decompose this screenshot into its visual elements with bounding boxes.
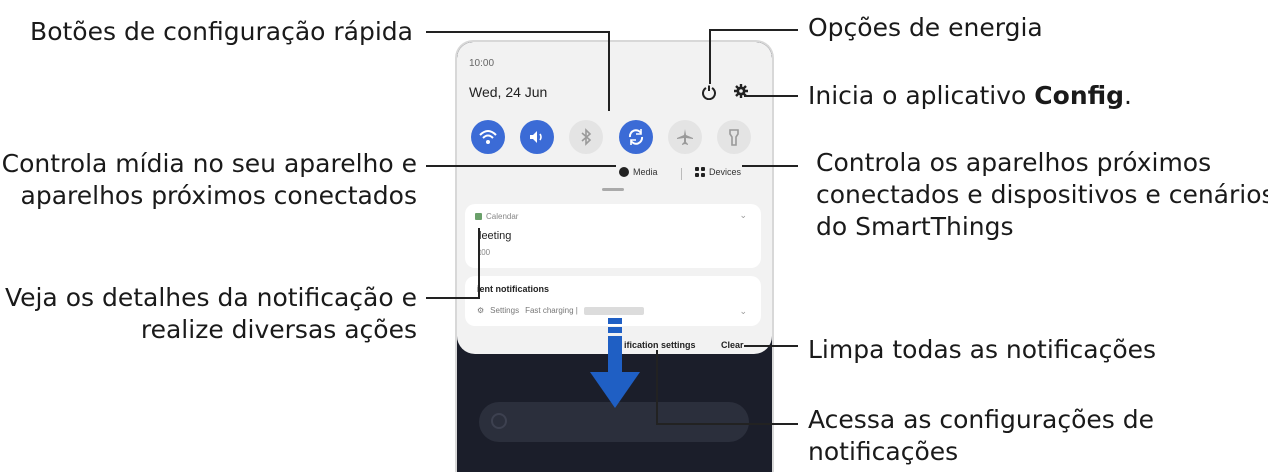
chevron-down-icon[interactable]: ⌄: [739, 306, 747, 317]
callout-settings-prefix: Inicia o aplicativo: [808, 81, 1035, 110]
callout-devices-control: Controla os aparelhos próximos conectado…: [816, 147, 1268, 243]
card-title: ient notifications: [477, 284, 549, 294]
callout-media-line1: Controla mídia no seu aparelho e: [1, 149, 417, 178]
card-app-name: Settings: [490, 306, 520, 315]
callout-power-options: Opções de energia: [808, 13, 1043, 42]
card-title: leeting: [479, 230, 512, 242]
flashlight-toggle[interactable]: [716, 120, 751, 154]
callout-media-line2: aparelhos próximos conectados: [20, 181, 417, 210]
callout-clear-all: Limpa todas as notificações: [808, 335, 1157, 364]
status-bar-time: 10:00: [469, 58, 495, 69]
quick-settings-row: [465, 116, 757, 158]
auto-rotate-icon: [628, 129, 643, 145]
sound-toggle[interactable]: [520, 120, 555, 154]
drag-handle[interactable]: [602, 188, 624, 191]
notification-panel: 10:00 Wed, 24 Jun Media Devices Calendar…: [457, 42, 772, 354]
leader-line: [742, 165, 798, 167]
bluetooth-toggle[interactable]: [569, 120, 604, 154]
swipe-down-arrow-icon: [590, 318, 640, 408]
leader-line: [709, 29, 798, 31]
callout-quick-settings: Botões de configuração rápida: [30, 17, 413, 46]
media-devices-row: Media Devices: [457, 164, 772, 184]
leader-line: [709, 29, 711, 84]
play-icon: [619, 167, 629, 177]
callout-devices-line2: conectados e dispositivos e cenários: [816, 180, 1268, 209]
google-icon: [491, 413, 507, 429]
devices-grid-icon: [695, 167, 705, 177]
callout-media-control: Controla mídia no seu aparelho e aparelh…: [2, 148, 417, 212]
leader-line: [656, 350, 658, 425]
notification-card[interactable]: Calendar ⌄ leeting t00: [465, 204, 761, 268]
callout-settings-bold: Config: [1034, 81, 1125, 110]
callout-notif-settings-line1: Acessa as configurações de: [808, 405, 1154, 434]
wifi-toggle[interactable]: [471, 120, 505, 154]
airplane-icon: [676, 129, 693, 145]
flashlight-icon: [729, 129, 739, 146]
leader-line: [608, 31, 610, 111]
callout-notif-settings-line2: notificações: [808, 437, 959, 466]
callout-details-line2: realize diversas ações: [140, 315, 417, 344]
leader-line: [426, 31, 610, 33]
callout-notification-details: Veja os detalhes da notificação e realiz…: [5, 282, 417, 346]
redacted-bar: [583, 306, 644, 315]
callout-open-settings: Inicia o aplicativo Config.: [808, 80, 1132, 112]
wifi-icon: [479, 130, 497, 144]
settings-small-icon: ⚙: [477, 306, 485, 315]
callout-details-line1: Veja os detalhes da notificação e: [4, 283, 417, 312]
calendar-icon: [475, 213, 482, 220]
leader-line: [426, 297, 480, 299]
media-label: Media: [633, 167, 658, 177]
date-label: Wed, 24 Jun: [469, 84, 548, 100]
media-button[interactable]: Media: [619, 167, 658, 177]
card-app-name: Calendar: [486, 212, 519, 221]
leader-line: [744, 345, 798, 347]
divider: [681, 168, 682, 180]
devices-label: Devices: [709, 167, 742, 177]
callout-devices-line1: Controla os aparelhos próximos: [816, 148, 1212, 177]
power-icon[interactable]: [701, 84, 717, 100]
chevron-down-icon[interactable]: ⌄: [739, 210, 747, 221]
callout-notification-settings: Acessa as configurações de notificações: [808, 404, 1154, 468]
auto-rotate-toggle[interactable]: [618, 120, 653, 154]
devices-button[interactable]: Devices: [695, 167, 741, 177]
card-text: Fast charging |: [525, 306, 578, 315]
leader-line: [744, 95, 798, 97]
airplane-toggle[interactable]: [667, 120, 702, 154]
card-body: ⚙ Settings Fast charging |: [477, 306, 644, 315]
leader-line: [426, 165, 616, 167]
card-subtitle: t00: [479, 248, 491, 257]
callout-settings-suffix: .: [1124, 81, 1132, 110]
callout-devices-line3: do SmartThings: [816, 212, 1014, 241]
leader-line: [656, 423, 798, 425]
card-app-header: Calendar: [475, 212, 518, 221]
leader-line: [478, 228, 480, 298]
sound-icon: [530, 131, 542, 143]
bluetooth-icon: [581, 128, 592, 146]
clear-button[interactable]: Clear: [721, 340, 744, 350]
